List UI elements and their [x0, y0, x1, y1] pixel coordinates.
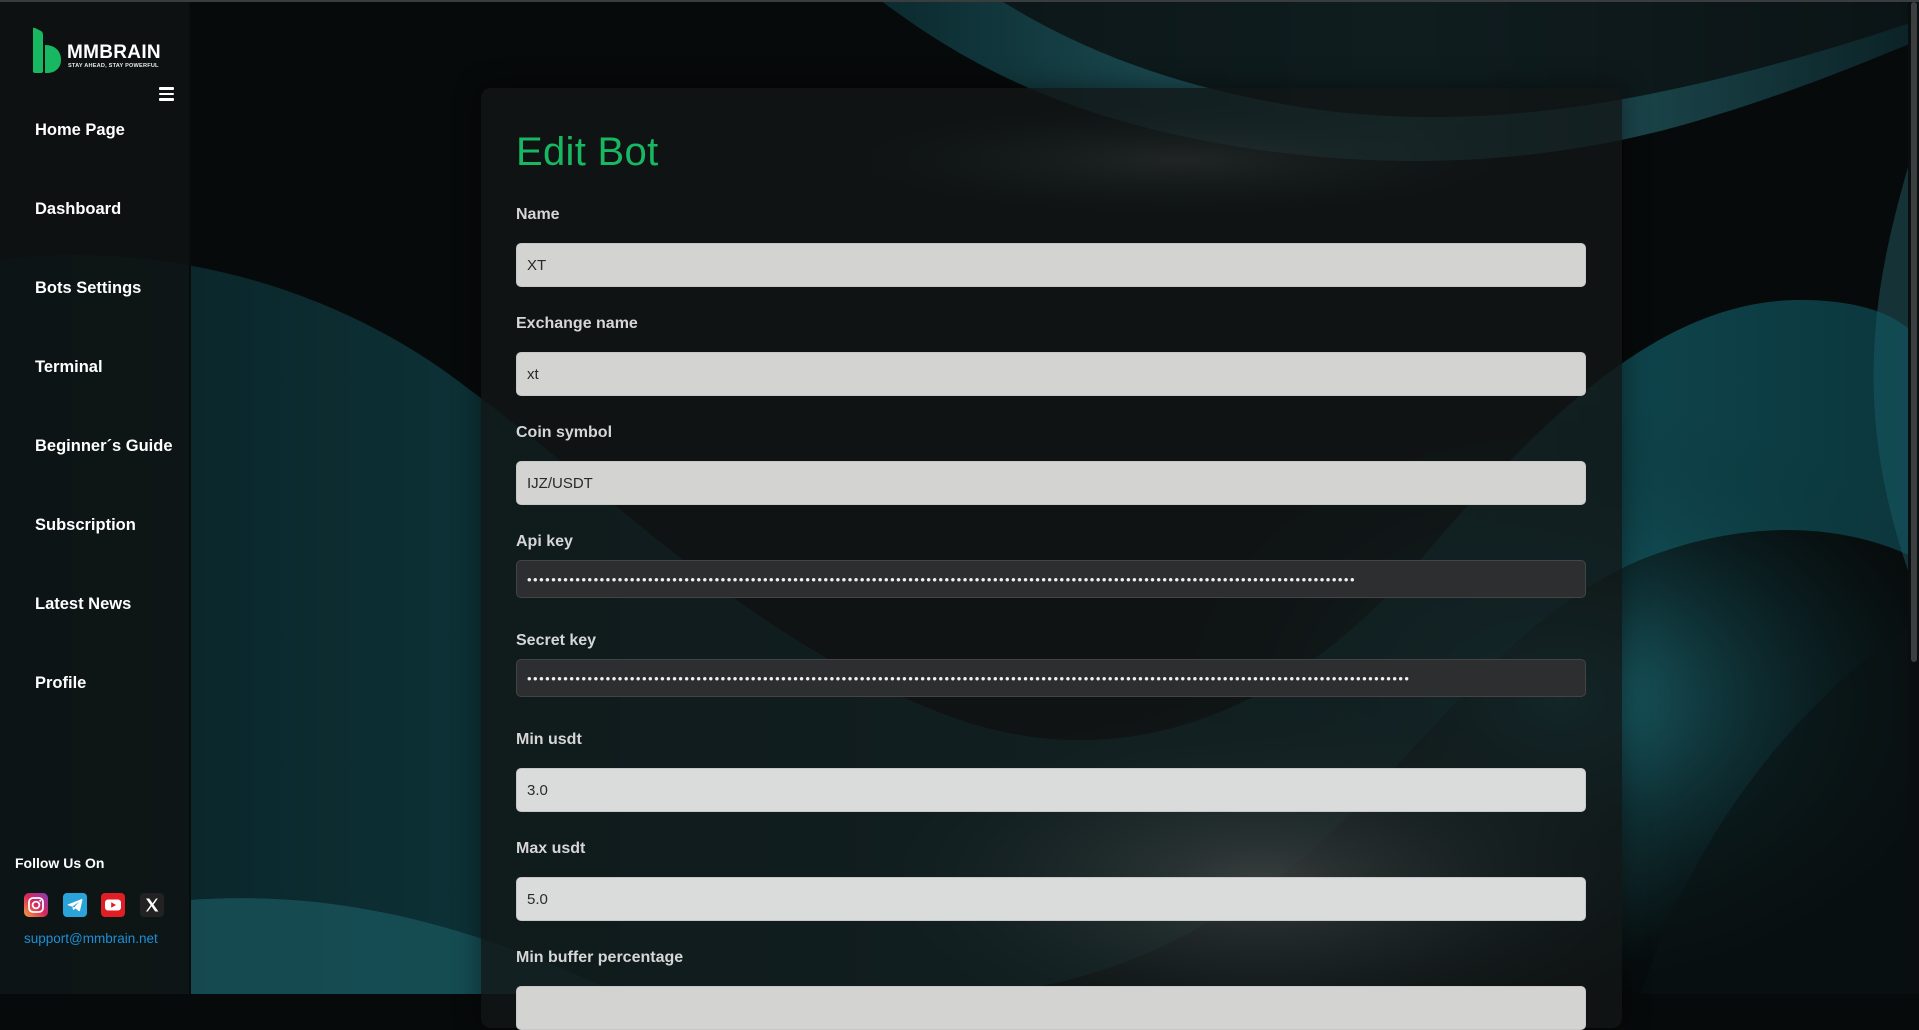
api-key-input[interactable]: [516, 560, 1586, 598]
secret-key-label: Secret key: [516, 632, 597, 649]
hamburger-icon[interactable]: [159, 87, 174, 101]
brand-logo[interactable]: MMBRAIN STAY AHEAD, STAY POWERFUL: [31, 27, 161, 73]
sidebar-item-latest-news[interactable]: Latest News: [0, 585, 189, 664]
instagram-icon[interactable]: [24, 893, 48, 917]
min-usdt-input[interactable]: [516, 768, 1586, 812]
exchange-name-input[interactable]: [516, 352, 1586, 396]
secret-key-input[interactable]: [516, 659, 1586, 697]
min-buffer-percentage-label: Min buffer percentage: [516, 949, 684, 966]
max-usdt-label: Max usdt: [516, 840, 586, 857]
telegram-icon[interactable]: [63, 893, 87, 917]
api-key-label: Api key: [516, 533, 573, 550]
brand-name: MMBRAIN: [67, 42, 161, 63]
edit-bot-card: Edit Bot Name Exchange name Coin symbol …: [481, 88, 1622, 1030]
sidebar-item-profile[interactable]: Profile: [0, 664, 189, 743]
name-input[interactable]: [516, 243, 1586, 287]
youtube-icon[interactable]: [101, 893, 125, 917]
sidebar-item-bots-settings[interactable]: Bots Settings: [0, 269, 189, 348]
sidebar-item-dashboard[interactable]: Dashboard: [0, 190, 189, 269]
coin-symbol-input[interactable]: [516, 461, 1586, 505]
window-top-border: [0, 0, 1919, 2]
min-buffer-percentage-input[interactable]: [516, 986, 1586, 1030]
sidebar-nav: Home Page Dashboard Bots Settings Termin…: [0, 111, 189, 743]
brand-tagline: STAY AHEAD, STAY POWERFUL: [68, 63, 159, 69]
sidebar-item-terminal[interactable]: Terminal: [0, 348, 189, 427]
page-title: Edit Bot: [516, 130, 659, 174]
sidebar: MMBRAIN STAY AHEAD, STAY POWERFUL Home P…: [0, 0, 191, 994]
x-icon[interactable]: [140, 893, 164, 917]
follow-us-label: Follow Us On: [15, 855, 105, 871]
page-scrollbar-thumb[interactable]: [1911, 2, 1917, 662]
brand-mark-icon: [33, 27, 61, 73]
sidebar-item-subscription[interactable]: Subscription: [0, 506, 189, 585]
name-label: Name: [516, 206, 560, 223]
min-usdt-label: Min usdt: [516, 731, 582, 748]
max-usdt-input[interactable]: [516, 877, 1586, 921]
sidebar-item-home-page[interactable]: Home Page: [0, 111, 189, 190]
exchange-name-label: Exchange name: [516, 315, 638, 332]
sidebar-item-beginners-guide[interactable]: Beginner´s Guide: [0, 427, 189, 506]
coin-symbol-label: Coin symbol: [516, 424, 613, 441]
support-email-link[interactable]: support@mmbrain.net: [24, 931, 158, 946]
